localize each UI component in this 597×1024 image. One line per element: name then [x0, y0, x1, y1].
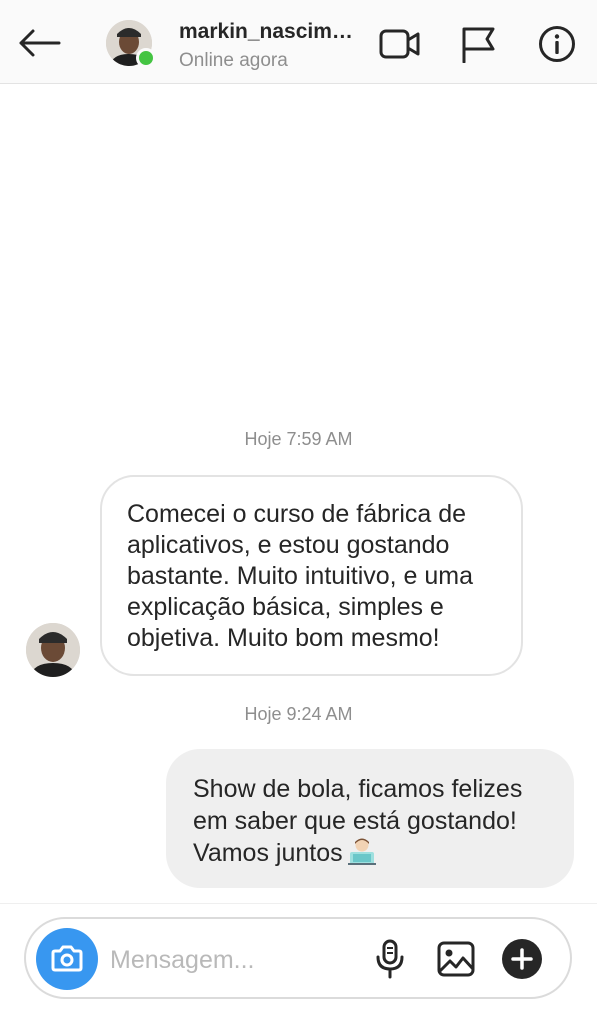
video-call-icon: [379, 29, 420, 59]
report-button[interactable]: [456, 22, 500, 66]
plus-icon: [502, 939, 542, 979]
message-timestamp: Hoje 9:24 AM: [244, 704, 353, 724]
info-icon: [539, 26, 575, 62]
more-options-button[interactable]: [500, 937, 544, 981]
microphone-icon: [376, 939, 404, 979]
video-call-button[interactable]: [378, 22, 422, 66]
message-timestamp: Hoje 7:59 AM: [244, 429, 353, 449]
voice-message-button[interactable]: [368, 937, 412, 981]
online-status: Online agora: [179, 50, 288, 71]
incoming-message-bubble[interactable]: Comecei o curso de fábrica de aplicativo…: [100, 475, 523, 676]
message-line: Comecei o curso de fábrica de: [127, 500, 467, 528]
message-line: Show de bola, ficamos felizes: [193, 775, 523, 803]
chat-header: markin_nascim… Online agora: [0, 0, 597, 84]
header-avatar[interactable]: [106, 20, 156, 70]
message-line: Vamos juntos: [193, 839, 343, 867]
message-line: explicação básica, simples e: [127, 593, 444, 621]
technologist-emoji: [347, 837, 377, 873]
outgoing-message-bubble[interactable]: Show de bola, ficamos felizes em saber q…: [166, 749, 574, 888]
camera-button[interactable]: [36, 928, 98, 990]
message-line: objetiva. Muito bom mesmo!: [127, 624, 440, 652]
message-line-with-emoji: Vamos juntos: [193, 837, 554, 873]
back-button[interactable]: [14, 20, 64, 66]
message-input[interactable]: [110, 940, 360, 980]
info-button[interactable]: [535, 22, 579, 66]
gallery-icon: [437, 941, 475, 977]
flag-icon: [462, 27, 495, 63]
chat-username[interactable]: markin_nascim…: [179, 20, 359, 44]
sender-avatar[interactable]: [26, 623, 80, 677]
message-line: bastante. Muito intuitivo, e uma: [127, 562, 474, 590]
online-indicator: [136, 48, 156, 68]
message-line: aplicativos, e estou gostando: [127, 531, 450, 559]
camera-icon: [51, 945, 83, 972]
chat-screen: markin_nascim… Online agora Hoje 7:59 AM: [0, 0, 597, 1024]
message-line: em saber que está gostando!: [193, 807, 517, 835]
gallery-button[interactable]: [434, 937, 478, 981]
back-arrow-icon: [19, 29, 61, 57]
